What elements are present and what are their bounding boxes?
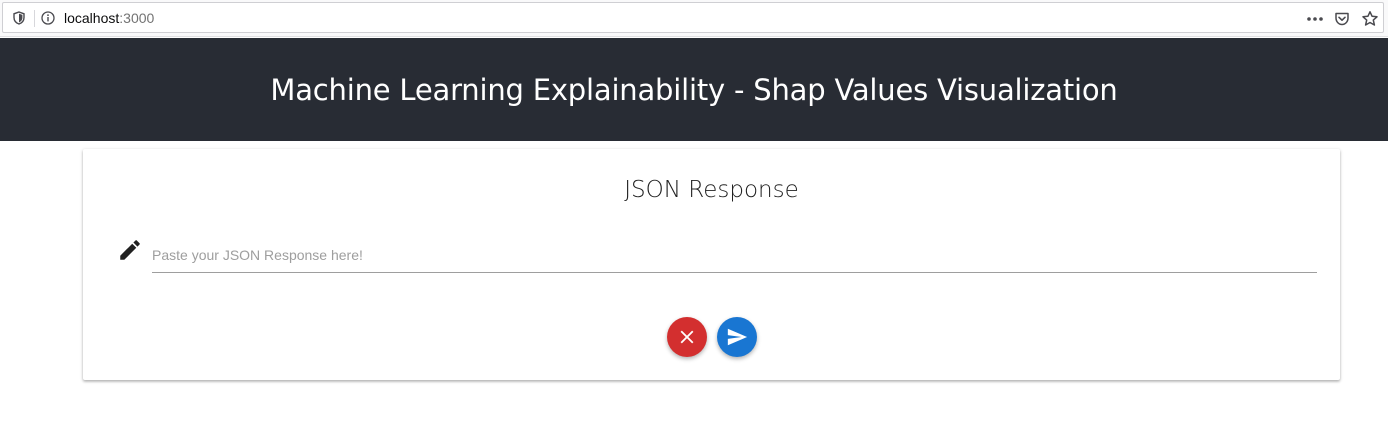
app-header: Machine Learning Explainability - Shap V… xyxy=(0,38,1388,141)
send-icon xyxy=(727,328,748,346)
more-dots-icon[interactable] xyxy=(1306,12,1324,26)
card-title: JSON Response xyxy=(624,177,799,203)
url-text[interactable]: localhost:3000 xyxy=(64,10,154,27)
close-icon xyxy=(680,330,694,344)
url-host: localhost xyxy=(64,10,120,26)
send-button[interactable] xyxy=(717,317,757,357)
bookmark-star-icon[interactable] xyxy=(1361,10,1379,28)
clear-button[interactable] xyxy=(667,317,707,357)
info-icon[interactable] xyxy=(41,11,55,25)
pencil-icon xyxy=(120,240,140,260)
pocket-icon[interactable] xyxy=(1334,11,1350,27)
address-bar-separator xyxy=(34,10,35,27)
json-response-input[interactable] xyxy=(152,237,1317,273)
shield-icon[interactable] xyxy=(12,11,26,25)
page-title: Machine Learning Explainability - Shap V… xyxy=(270,72,1118,107)
json-response-card: JSON Response xyxy=(83,149,1340,380)
browser-toolbar: localhost:3000 xyxy=(0,0,1388,37)
address-bar[interactable]: localhost:3000 xyxy=(2,2,1384,33)
url-port: :3000 xyxy=(119,10,155,26)
